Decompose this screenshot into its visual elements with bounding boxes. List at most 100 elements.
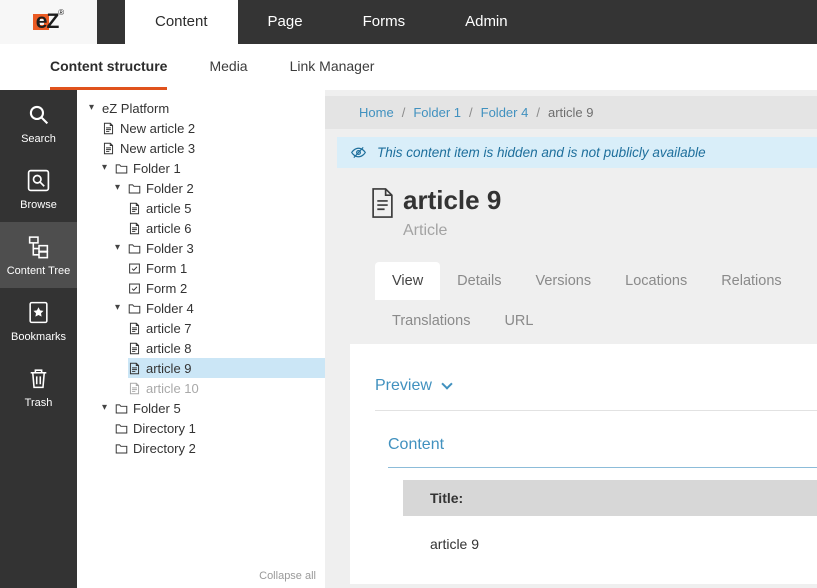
tree-item-article-6[interactable]: article 6 xyxy=(77,218,325,238)
tree-item-label: Folder 1 xyxy=(133,161,181,176)
ez-logo-registered-mark: ® xyxy=(58,8,64,17)
tree-item-content: article 10 xyxy=(128,378,325,398)
secondary-nav-tab-label: Media xyxy=(209,58,247,74)
secondary-nav-tab-media[interactable]: Media xyxy=(209,44,247,90)
content-tree-panel: eZ Platform New article 2 New article 3 xyxy=(77,90,325,588)
main-nav-tab-forms[interactable]: Forms xyxy=(333,0,436,44)
tree-item-form-1[interactable]: Form 1 xyxy=(77,258,325,278)
field-row-title-: Title: article 9 xyxy=(403,480,817,572)
folder-icon xyxy=(128,242,141,255)
main-nav-tab-admin[interactable]: Admin xyxy=(435,0,538,44)
sidebar-item-label: Browse xyxy=(20,199,57,211)
main-nav-tab-label: Admin xyxy=(465,13,508,30)
tree-item-label: article 8 xyxy=(146,341,192,356)
tree-item-article-7[interactable]: article 7 xyxy=(77,318,325,338)
breadcrumb-entry-folder-4: / Folder 4 xyxy=(461,105,528,120)
sidebar-item-search[interactable]: Search xyxy=(0,90,77,156)
view-tab-content: Preview Content Title: article 9 xyxy=(350,344,817,584)
tree-item-label: article 7 xyxy=(146,321,192,336)
tree-item-directory-1[interactable]: Directory 1 xyxy=(77,418,325,438)
collapse-all-button[interactable]: Collapse all xyxy=(259,570,316,582)
content-section-title: Content xyxy=(388,436,817,468)
caret-down-icon[interactable] xyxy=(115,243,128,253)
page-title: article 9 xyxy=(403,185,501,216)
content-tab-versions[interactable]: Versions xyxy=(519,262,609,300)
preview-toggle[interactable]: Preview xyxy=(375,377,817,395)
tree-item-article-10[interactable]: article 10 xyxy=(77,378,325,398)
sidebar-item-content-tree[interactable]: Content Tree xyxy=(0,222,77,288)
sidebar-item-bookmarks[interactable]: Bookmarks xyxy=(0,288,77,354)
tree-item-content: Directory 1 xyxy=(115,418,325,438)
content-tab-translations[interactable]: Translations xyxy=(375,302,487,340)
tree-item-ez-platform[interactable]: eZ Platform xyxy=(77,98,325,118)
content-tab-label: Locations xyxy=(625,273,687,289)
content-tab-details[interactable]: Details xyxy=(440,262,518,300)
content-header-text: article 9 Article xyxy=(403,185,501,240)
tree-item-article-5[interactable]: article 5 xyxy=(77,198,325,218)
top-menu-bar: eZ ® Content Page Forms Admin xyxy=(0,0,817,44)
tree-item-article-9[interactable]: article 9 xyxy=(77,358,325,378)
main-nav-tabs: Content Page Forms Admin xyxy=(125,0,538,44)
content-tab-label: View xyxy=(392,273,423,289)
tree-item-directory-2[interactable]: Directory 2 xyxy=(77,438,325,458)
folder-icon xyxy=(115,162,128,175)
tree-item-content: Folder 3 xyxy=(128,238,325,258)
secondary-nav-tab-label: Content structure xyxy=(50,58,167,74)
browse-icon xyxy=(26,168,51,193)
sidebar-item-label: Content Tree xyxy=(7,265,71,277)
article-icon xyxy=(128,222,141,235)
content-tab-locations[interactable]: Locations xyxy=(608,262,704,300)
tree-item-folder-5[interactable]: Folder 5 xyxy=(77,398,325,418)
content-header: article 9 Article xyxy=(370,185,817,240)
sidebar-item-trash[interactable]: Trash xyxy=(0,354,77,420)
content-type-label: Article xyxy=(403,222,501,240)
tree-item-content: Folder 5 xyxy=(115,398,325,418)
sidebar-item-label: Search xyxy=(21,133,56,145)
content-tabs-row2: Translations URL xyxy=(375,302,817,340)
content-tab-url[interactable]: URL xyxy=(487,302,550,340)
article-icon xyxy=(128,322,141,335)
caret-down-icon[interactable] xyxy=(89,103,102,113)
ez-logo[interactable]: eZ ® xyxy=(0,0,97,44)
breadcrumb-item[interactable]: Folder 4 xyxy=(481,105,529,120)
tree-item-new-article-3[interactable]: New article 3 xyxy=(77,138,325,158)
tree-item-form-2[interactable]: Form 2 xyxy=(77,278,325,298)
content-tab-relations[interactable]: Relations xyxy=(704,262,798,300)
tree-item-content: Form 1 xyxy=(128,258,325,278)
tree-item-folder-3[interactable]: Folder 3 xyxy=(77,238,325,258)
tree-item-folder-2[interactable]: Folder 2 xyxy=(77,178,325,198)
caret-down-icon[interactable] xyxy=(115,183,128,193)
secondary-nav: Content structure Media Link Manager xyxy=(0,44,817,90)
tree-item-article-8[interactable]: article 8 xyxy=(77,338,325,358)
breadcrumb-item[interactable]: Home xyxy=(359,105,394,120)
caret-down-icon[interactable] xyxy=(102,163,115,173)
folder-icon xyxy=(115,422,128,435)
caret-down-icon[interactable] xyxy=(115,303,128,313)
hidden-content-alert: This content item is hidden and is not p… xyxy=(337,137,817,168)
caret-down-icon[interactable] xyxy=(102,403,115,413)
tree-item-folder-4[interactable]: Folder 4 xyxy=(77,298,325,318)
main-nav-tab-content[interactable]: Content xyxy=(125,0,238,44)
article-icon xyxy=(370,187,395,219)
tree-item-label: Directory 1 xyxy=(133,421,196,436)
content-tab-view[interactable]: View xyxy=(375,262,440,300)
content-tab-label: Relations xyxy=(721,273,781,289)
tree-item-content: eZ Platform xyxy=(102,98,325,118)
secondary-nav-tab-content-structure[interactable]: Content structure xyxy=(50,44,167,90)
tree-item-label: Folder 2 xyxy=(146,181,194,196)
breadcrumb-separator: / xyxy=(469,105,473,120)
tree-item-content: article 9 xyxy=(128,358,325,378)
alert-text: This content item is hidden and is not p… xyxy=(377,145,706,160)
form-icon xyxy=(128,282,141,295)
tree-item-content: article 7 xyxy=(128,318,325,338)
tree-item-new-article-2[interactable]: New article 2 xyxy=(77,118,325,138)
tree-item-label: eZ Platform xyxy=(102,101,169,116)
secondary-nav-tab-link-manager[interactable]: Link Manager xyxy=(290,44,375,90)
main-nav-tab-page[interactable]: Page xyxy=(238,0,333,44)
main-nav-tab-label: Page xyxy=(268,13,303,30)
breadcrumb-item[interactable]: Folder 1 xyxy=(413,105,461,120)
tree-item-folder-1[interactable]: Folder 1 xyxy=(77,158,325,178)
sidebar-item-browse[interactable]: Browse xyxy=(0,156,77,222)
secondary-nav-tab-label: Link Manager xyxy=(290,58,375,74)
breadcrumb-separator: / xyxy=(402,105,406,120)
